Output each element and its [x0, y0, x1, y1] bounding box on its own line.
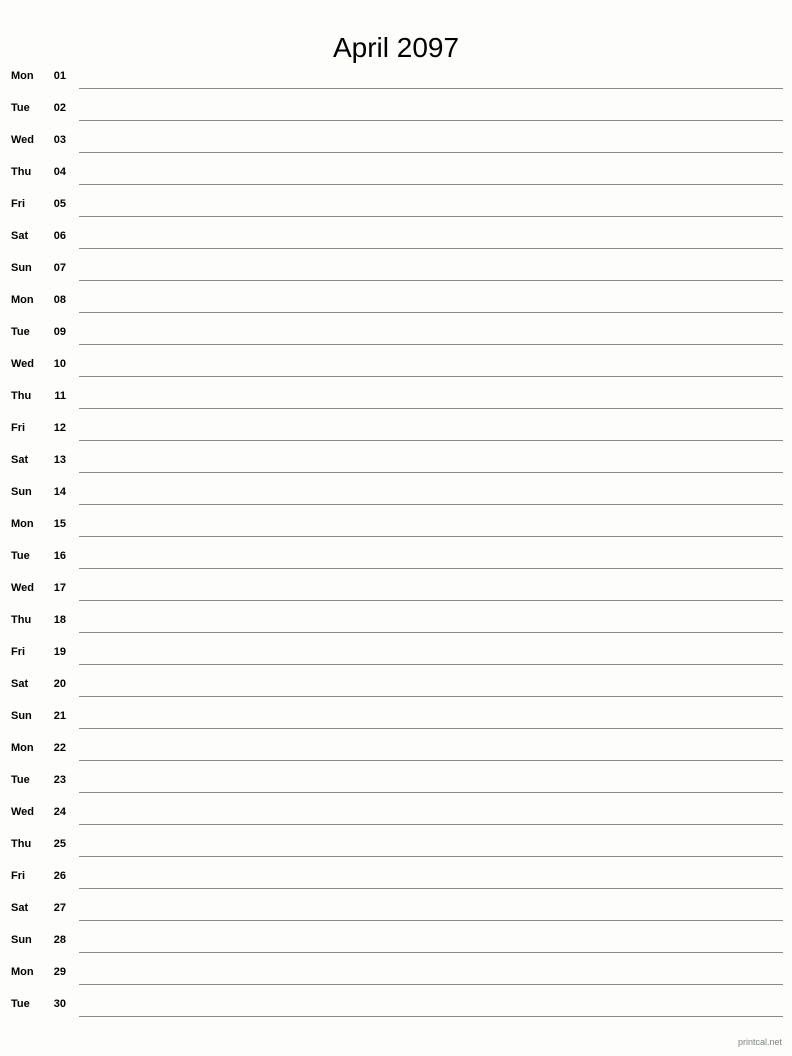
- day-number-label: 20: [53, 678, 66, 690]
- day-notes-line[interactable]: [79, 440, 783, 441]
- day-row: Tue 09: [0, 316, 792, 348]
- day-row: Tue 23: [0, 764, 792, 796]
- day-notes-line[interactable]: [79, 984, 783, 985]
- day-number-label: 05: [53, 198, 66, 210]
- day-number-label: 25: [53, 838, 66, 850]
- day-row: Thu 25: [0, 828, 792, 860]
- day-row: Fri 19: [0, 636, 792, 668]
- day-row: Thu 11: [0, 380, 792, 412]
- day-notes-line[interactable]: [79, 792, 783, 793]
- day-number-label: 11: [54, 390, 66, 402]
- day-row: Fri 12: [0, 412, 792, 444]
- day-number-label: 18: [53, 614, 66, 626]
- day-number-label: 28: [53, 934, 66, 946]
- day-row: Wed 17: [0, 572, 792, 604]
- day-row: Thu 18: [0, 604, 792, 636]
- day-notes-line[interactable]: [79, 600, 783, 601]
- day-number-label: 08: [53, 294, 66, 306]
- day-notes-line[interactable]: [79, 248, 783, 249]
- day-notes-line[interactable]: [79, 152, 783, 153]
- day-row: Tue 30: [0, 988, 792, 1020]
- day-number-label: 12: [53, 422, 66, 434]
- footer-credit: printcal.net: [737, 1037, 782, 1047]
- day-notes-line[interactable]: [79, 376, 783, 377]
- day-number-label: 04: [53, 166, 66, 178]
- day-row: Wed 03: [0, 124, 792, 156]
- day-notes-line[interactable]: [79, 696, 783, 697]
- day-row: Fri 26: [0, 860, 792, 892]
- day-number-label: 24: [53, 806, 66, 818]
- day-notes-line[interactable]: [79, 216, 783, 217]
- day-number-label: 21: [53, 710, 66, 722]
- day-notes-line[interactable]: [79, 184, 783, 185]
- day-notes-line[interactable]: [79, 952, 783, 953]
- day-row: Sun 21: [0, 700, 792, 732]
- day-notes-line[interactable]: [79, 1016, 783, 1017]
- day-row: Mon 29: [0, 956, 792, 988]
- day-number-label: 19: [53, 646, 66, 658]
- day-row: Mon 01: [0, 60, 792, 92]
- day-notes-line[interactable]: [79, 88, 783, 89]
- day-notes-line[interactable]: [79, 632, 783, 633]
- day-row: Sun 14: [0, 476, 792, 508]
- day-number-label: 02: [53, 102, 66, 114]
- day-row: Tue 16: [0, 540, 792, 572]
- day-notes-line[interactable]: [79, 664, 783, 665]
- day-notes-line[interactable]: [79, 344, 783, 345]
- day-number-label: 26: [53, 870, 66, 882]
- day-row: Tue 02: [0, 92, 792, 124]
- day-number-label: 22: [53, 742, 66, 754]
- day-notes-line[interactable]: [79, 856, 783, 857]
- day-notes-line[interactable]: [79, 408, 783, 409]
- day-row: Sat 06: [0, 220, 792, 252]
- day-number-label: 17: [53, 582, 66, 594]
- day-row: Mon 15: [0, 508, 792, 540]
- day-notes-line[interactable]: [79, 824, 783, 825]
- day-number-label: 14: [53, 486, 66, 498]
- day-number-label: 13: [53, 454, 66, 466]
- day-number-label: 03: [53, 134, 66, 146]
- day-notes-line[interactable]: [79, 888, 783, 889]
- day-number-label: 15: [53, 518, 66, 530]
- day-number-label: 10: [53, 358, 66, 370]
- day-row: Sat 27: [0, 892, 792, 924]
- day-notes-line[interactable]: [79, 472, 783, 473]
- day-number-label: 27: [53, 902, 66, 914]
- day-notes-line[interactable]: [79, 920, 783, 921]
- day-notes-line[interactable]: [79, 728, 783, 729]
- day-row: Wed 10: [0, 348, 792, 380]
- day-row: Sat 20: [0, 668, 792, 700]
- day-number-label: 07: [53, 262, 66, 274]
- day-number-label: 23: [53, 774, 66, 786]
- day-number-label: 29: [53, 966, 66, 978]
- day-number-label: 01: [53, 70, 66, 82]
- day-number-label: 06: [53, 230, 66, 242]
- day-row: Mon 08: [0, 284, 792, 316]
- day-rows-list: Mon 01 Tue 02 Wed 03 Thu 04 Fri 05 Sat 06 Sun 07 Mon 08…: [0, 60, 792, 1020]
- day-row: Thu 04: [0, 156, 792, 188]
- day-number-label: 30: [53, 998, 66, 1010]
- day-notes-line[interactable]: [79, 312, 783, 313]
- day-notes-line[interactable]: [79, 568, 783, 569]
- day-row: Mon 22: [0, 732, 792, 764]
- day-notes-line[interactable]: [79, 760, 783, 761]
- calendar-page: April 2097 Mon 01 Tue 02 Wed 03 Thu 04 Fri 05 Sat 0…: [0, 0, 792, 1056]
- day-notes-line[interactable]: [79, 280, 783, 281]
- day-notes-line[interactable]: [79, 536, 783, 537]
- day-number-label: 09: [53, 326, 66, 338]
- day-row: Sat 13: [0, 444, 792, 476]
- day-notes-line[interactable]: [79, 120, 783, 121]
- day-row: Wed 24: [0, 796, 792, 828]
- day-row: Sun 28: [0, 924, 792, 956]
- day-row: Sun 07: [0, 252, 792, 284]
- day-row: Fri 05: [0, 188, 792, 220]
- day-notes-line[interactable]: [79, 504, 783, 505]
- day-number-label: 16: [53, 550, 66, 562]
